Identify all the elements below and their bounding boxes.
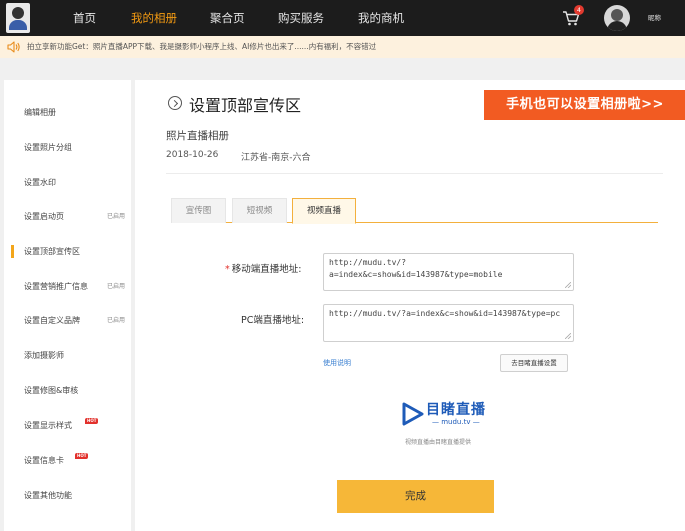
mobile-settings-promo-banner[interactable]: 手机也可以设置相册啦>>	[484, 90, 685, 120]
nav-my-business[interactable]: 我的商机	[358, 0, 404, 36]
tab-banner-image[interactable]: 宣传图	[171, 198, 226, 223]
sidebar-item-add-photographer[interactable]: 添加摄影师	[4, 339, 131, 373]
album-name: 照片直播相册	[166, 130, 229, 142]
nav-home[interactable]: 首页	[73, 0, 96, 36]
sidebar-item-label: 添加摄影师	[24, 351, 64, 360]
cart-count-badge: 4	[574, 5, 584, 15]
hot-badge: HOT	[75, 453, 89, 459]
main-panel: 设置顶部宣传区 手机也可以设置相册啦>> 照片直播相册 2018-10-26 江…	[135, 80, 685, 531]
nav-aggregate-page[interactable]: 聚合页	[210, 0, 245, 36]
sidebar-item-label: 设置其他功能	[24, 491, 72, 500]
album-location: 江苏省-南京-六合	[241, 153, 311, 163]
sidebar-item-photo-groups[interactable]: 设置照片分组	[4, 131, 131, 165]
hot-badge: HOT	[85, 418, 99, 424]
help-link[interactable]: 使用说明	[323, 358, 351, 368]
sidebar-item-label: 设置照片分组	[24, 143, 72, 152]
enabled-tag: 已启用	[107, 213, 126, 220]
active-marker	[11, 245, 14, 258]
sidebar-item-edit-album[interactable]: 编辑相册	[4, 96, 131, 130]
sidebar-item-marketing[interactable]: 设置营销推广信息 已启用	[4, 270, 131, 304]
sidebar-item-custom-brand[interactable]: 设置自定义品牌 已启用	[4, 304, 131, 338]
sidebar-item-display-style[interactable]: 设置显示样式 HOT	[4, 409, 131, 443]
sidebar-item-label: 设置营销推广信息	[24, 282, 88, 291]
sidebar-item-label: 设置自定义品牌	[24, 316, 80, 325]
album-date: 2018-10-26	[166, 150, 219, 160]
top-navbar: 首页 我的相册 聚合页 购买服务 我的商机 4 昵称	[0, 0, 685, 36]
sidebar-item-label: 设置顶部宣传区	[24, 247, 80, 256]
sidebar-item-label: 设置水印	[24, 178, 56, 187]
sidebar-item-top-banner[interactable]: 设置顶部宣传区	[4, 235, 131, 269]
sidebar-item-watermark[interactable]: 设置水印	[4, 166, 131, 200]
enabled-tag: 已启用	[107, 283, 126, 290]
chevron-circle-icon	[168, 96, 182, 110]
sidebar-item-label: 设置启动页	[24, 212, 64, 221]
pc-url-label: PC端直播地址:	[241, 315, 305, 326]
tab-live-video[interactable]: 视频直播	[292, 198, 356, 224]
sidebar-item-other-features[interactable]: 设置其他功能	[4, 479, 131, 513]
resize-handle-icon[interactable]	[565, 333, 571, 339]
notice-bar: 拍立享新功能Get：照片直播APP下载、我是摄影师小程序上线、AI修片也出来了.…	[0, 36, 685, 58]
site-logo[interactable]	[6, 3, 30, 33]
pc-url-input[interactable]: http://mudu.tv/?a=index&c=show&id=143987…	[323, 304, 574, 342]
mobile-url-label: * 移动端直播地址:	[225, 264, 302, 275]
mudu-logo: 目睹直播 — mudu.tv —	[402, 398, 492, 430]
divider	[166, 173, 663, 174]
mobile-url-input[interactable]: http://mudu.tv/?a=index&c=show&id=143987…	[323, 253, 574, 291]
sidebar-item-splash-page[interactable]: 设置启动页 已启用	[4, 200, 131, 234]
sidebar-item-label: 编辑相册	[24, 108, 56, 117]
sidebar-item-label: 设置显示样式	[24, 421, 72, 430]
settings-sidebar: 编辑相册 设置照片分组 设置水印 设置启动页 已启用 设置顶部宣传区 设置营销推…	[4, 80, 131, 531]
sidebar-item-label: 设置修图&审核	[24, 386, 79, 395]
done-button[interactable]: 完成	[337, 480, 494, 513]
sidebar-item-info-card[interactable]: 设置信息卡 HOT	[4, 444, 131, 478]
user-avatar[interactable]	[604, 5, 630, 31]
mudu-logo-domain: — mudu.tv —	[432, 418, 480, 426]
sidebar-item-retouch-review[interactable]: 设置修图&审核	[4, 374, 131, 408]
notice-text[interactable]: 拍立享新功能Get：照片直播APP下载、我是摄影师小程序上线、AI修片也出来了.…	[27, 36, 376, 58]
nav-my-albums[interactable]: 我的相册	[131, 0, 177, 36]
mudu-caption: 视频直播由目睹直播提供	[405, 439, 472, 446]
mudu-logo-text: 目睹直播	[426, 402, 486, 418]
enabled-tag: 已启用	[107, 317, 126, 324]
nav-buy-service[interactable]: 购买服务	[278, 0, 324, 36]
go-mudu-settings-button[interactable]: 去目睹直播设置	[500, 354, 568, 372]
sidebar-item-label: 设置信息卡	[24, 456, 64, 465]
play-icon	[402, 402, 424, 426]
page-title: 设置顶部宣传区	[189, 96, 302, 115]
tab-short-video[interactable]: 短视频	[232, 198, 287, 223]
speaker-icon	[7, 41, 20, 53]
resize-handle-icon[interactable]	[565, 282, 571, 288]
user-nickname[interactable]: 昵称	[648, 0, 661, 36]
